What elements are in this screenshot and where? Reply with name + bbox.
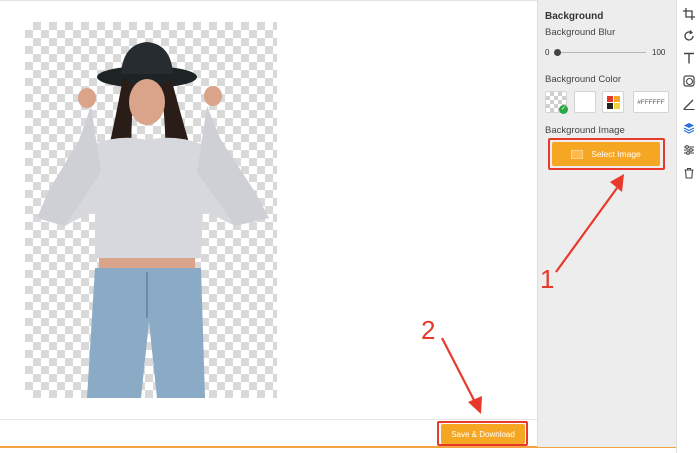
blur-slider[interactable] <box>557 52 646 53</box>
canvas-area: Save & Download <box>0 0 537 453</box>
rotate-icon[interactable] <box>681 28 697 44</box>
image-icon <box>571 149 584 159</box>
divider <box>0 0 537 1</box>
transparent-swatch[interactable]: ✓ <box>545 91 568 114</box>
adjust-icon[interactable] <box>681 142 697 158</box>
white-swatch[interactable] <box>574 91 596 113</box>
layers-icon[interactable] <box>681 120 697 136</box>
palette-icon <box>606 95 620 109</box>
trash-icon[interactable] <box>681 165 697 181</box>
select-image-button[interactable]: Select Image <box>552 142 660 166</box>
text-icon[interactable] <box>681 50 697 66</box>
save-download-button[interactable]: Save & Download <box>441 424 525 444</box>
palette-button[interactable] <box>602 91 624 113</box>
blur-slider-handle[interactable] <box>554 49 561 56</box>
shape-icon[interactable] <box>681 73 697 89</box>
cutout-image[interactable] <box>25 22 277 398</box>
step-1-label: 1 <box>540 264 555 294</box>
image-label: Background Image <box>545 125 625 136</box>
crop-icon[interactable] <box>681 6 697 22</box>
draw-icon[interactable] <box>681 96 697 112</box>
editor-app: Save & Download Background Background Bl… <box>0 0 700 453</box>
step-2-label: 2 <box>421 315 436 345</box>
blur-label: Background Blur <box>545 27 616 38</box>
blur-max: 100 <box>652 48 666 57</box>
blur-min: 0 <box>545 48 550 57</box>
select-image-label: Select Image <box>591 149 641 159</box>
right-toolbar <box>676 0 700 453</box>
person-cutout <box>37 42 269 398</box>
panel-title: Background <box>545 11 604 22</box>
hex-color-input[interactable]: #FFFFFF <box>633 91 669 113</box>
background-panel: Background Background Blur 0 100 Backgro… <box>537 0 676 447</box>
check-icon: ✓ <box>559 105 568 114</box>
color-label: Background Color <box>545 74 622 85</box>
